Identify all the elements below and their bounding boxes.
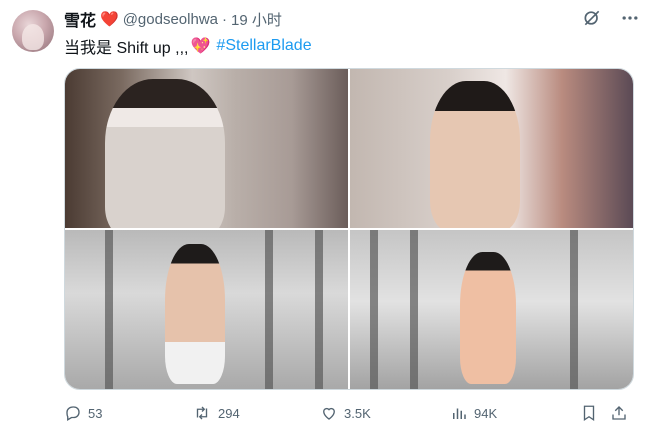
tweet-body-text: 当我是 Shift up ,,, bbox=[64, 40, 189, 57]
photo-subject bbox=[460, 252, 516, 384]
display-name[interactable]: 雪花 bbox=[64, 7, 96, 31]
photo-4[interactable] bbox=[350, 230, 633, 389]
photo-subject bbox=[165, 244, 225, 384]
retweet-button[interactable]: 294 bbox=[192, 404, 240, 422]
media-grid bbox=[64, 68, 634, 390]
reply-icon bbox=[64, 404, 82, 422]
reply-count: 53 bbox=[88, 405, 103, 421]
rig-pole bbox=[370, 230, 378, 389]
retweet-count: 294 bbox=[218, 405, 240, 421]
avatar[interactable] bbox=[12, 10, 54, 52]
share-icon bbox=[610, 404, 628, 422]
share-button[interactable] bbox=[610, 404, 628, 422]
user-handle[interactable]: @godseolhwa bbox=[123, 11, 218, 28]
heart-emoji: ❤️ bbox=[100, 10, 119, 28]
heart-icon bbox=[320, 404, 338, 422]
views-button[interactable]: 94K bbox=[450, 404, 497, 422]
action-bar: 53 294 3.5K 94K bbox=[64, 400, 638, 426]
tweet-text: 当我是 Shift up ,,, 💖 #StellarBlade bbox=[64, 34, 312, 58]
rig-pole bbox=[410, 230, 418, 389]
hashtag-link[interactable]: #StellarBlade bbox=[216, 37, 311, 55]
more-icon[interactable] bbox=[620, 8, 640, 28]
bookmark-icon bbox=[580, 404, 598, 422]
grok-icon[interactable] bbox=[582, 8, 602, 28]
tweet-header: 雪花 ❤️ @godseolhwa · 19 小时 bbox=[64, 7, 282, 31]
tweet-top-actions bbox=[582, 8, 640, 28]
photo-3[interactable] bbox=[65, 230, 348, 389]
rig-pole bbox=[570, 230, 578, 389]
timestamp[interactable]: 19 小时 bbox=[231, 9, 282, 30]
rig-pole bbox=[265, 230, 273, 389]
views-count: 94K bbox=[474, 405, 498, 421]
photo-1[interactable] bbox=[65, 69, 348, 228]
like-count: 3.5K bbox=[344, 405, 371, 421]
like-button[interactable]: 3.5K bbox=[320, 404, 371, 422]
photo-subject bbox=[105, 79, 225, 228]
bookmark-button[interactable] bbox=[580, 404, 598, 422]
rig-pole bbox=[315, 230, 323, 389]
photo-subject bbox=[430, 81, 520, 228]
views-icon bbox=[450, 404, 468, 422]
reply-button[interactable]: 53 bbox=[64, 404, 102, 422]
retweet-icon bbox=[192, 404, 212, 422]
separator-dot: · bbox=[222, 10, 227, 28]
photo-2[interactable] bbox=[350, 69, 633, 228]
rig-pole bbox=[105, 230, 113, 389]
sparkling-heart-emoji: 💖 bbox=[190, 38, 211, 55]
